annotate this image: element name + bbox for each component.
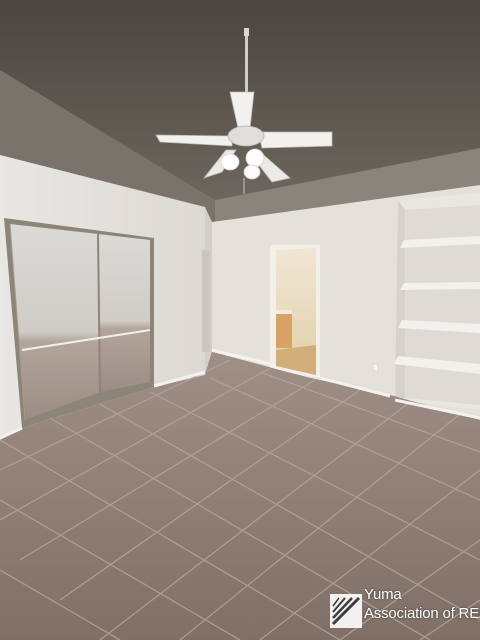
built-in-shelves	[394, 193, 480, 410]
side-door-frame	[202, 250, 210, 352]
watermark-line2-word: Association	[364, 605, 439, 622]
yuma-realtors-logo-icon	[330, 594, 362, 628]
watermark-line2: Association of REALTORS	[364, 605, 480, 622]
watermark-line3-word: of REALTORS	[442, 605, 480, 622]
bathroom-doorway	[270, 245, 320, 378]
watermark-line1: Yuma	[364, 586, 402, 603]
watermark: Yuma Association of REALTORS	[330, 576, 480, 636]
wall-outlet	[372, 363, 379, 372]
room-illustration	[0, 0, 480, 640]
room-photo: Yuma Association of REALTORS	[0, 0, 480, 640]
